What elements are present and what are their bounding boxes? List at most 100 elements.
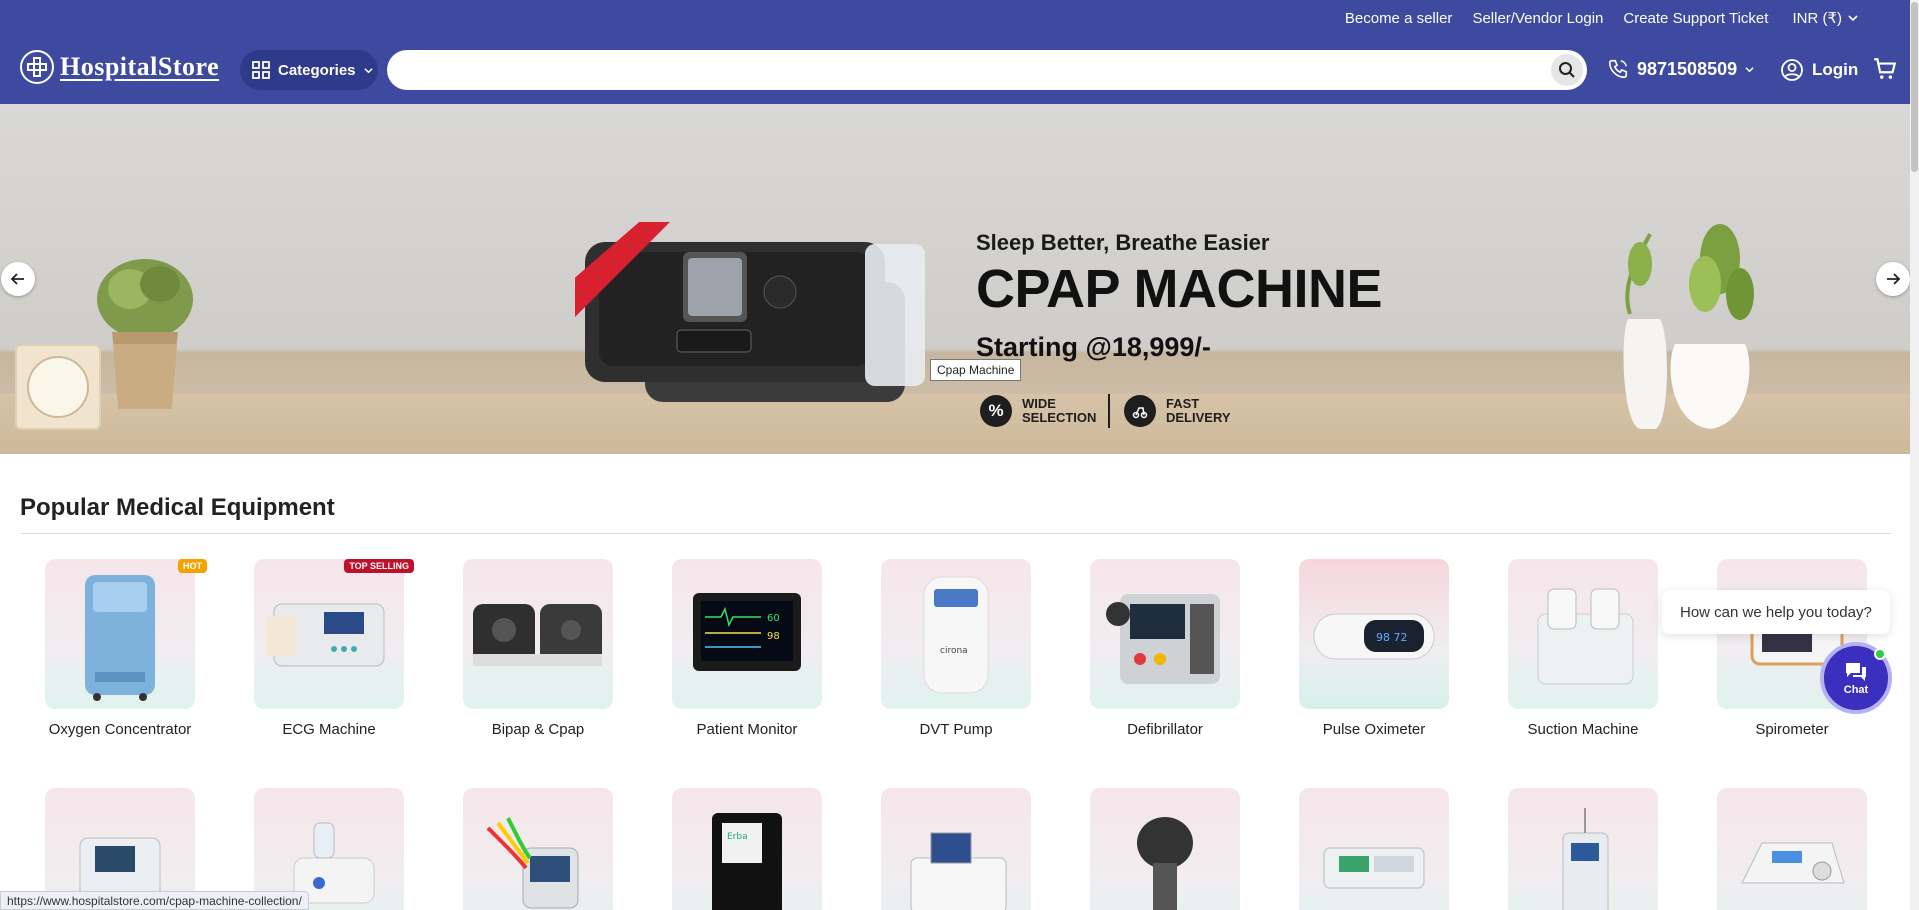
phone-number: 9871508509 [1637,58,1738,79]
plant-decoration [97,259,193,409]
product-card[interactable] [1299,788,1449,910]
product-image [1090,788,1240,910]
chat-icon [1846,663,1866,681]
cart-icon [1874,58,1897,79]
product-image: 60 98 [672,559,822,709]
product-card[interactable] [1717,788,1867,910]
login-label: Login [1812,60,1859,79]
chevron-down-icon [363,67,373,73]
categories-button[interactable]: Categories [240,50,378,90]
hero-tagline: Sleep Better, Breathe Easier [976,230,1270,255]
login-button[interactable]: Login [1780,58,1858,82]
hot-badge: HOT [178,559,207,573]
phone-dropdown[interactable]: 9871508509 [1607,58,1754,80]
product-card[interactable]: 60 98 Patient Monitor [672,559,822,738]
product-name: Suction Machine [1527,721,1639,738]
cpap-machine-image [575,222,925,402]
arrow-left-icon [10,273,24,285]
user-icon [1781,59,1803,81]
categories-label: Categories [278,61,356,79]
online-status-dot [1874,648,1886,660]
chat-prompt[interactable]: How can we help you today? [1662,590,1890,634]
product-image [45,559,195,709]
product-image [1299,788,1449,910]
product-card[interactable]: HOT Oxygen Concentrator [45,559,207,738]
product-image [1508,559,1658,709]
main-header: HospitalStore Categories 9871508509 Logi… [0,36,1910,104]
product-card[interactable]: Erba [672,788,822,910]
product-name: Pulse Oximeter [1322,721,1426,738]
grid-icon [252,61,270,79]
hero-title: CPAP MACHINE [976,259,1383,319]
percent-icon: % [980,395,1012,427]
vase-plant-decoration [1623,224,1754,429]
feature-wide-selection: % WIDE SELECTION [980,395,1097,427]
product-card[interactable]: Defibrillator [1090,559,1240,738]
page: Become a seller Seller/Vendor Login Crea… [0,0,1919,910]
product-image [463,788,613,910]
clock-decoration [15,344,101,430]
chat-button[interactable]: Chat [1820,642,1892,714]
page-scrollbar[interactable] [1910,0,1919,910]
currency-selector[interactable]: INR (₹) [1792,9,1858,27]
product-card[interactable]: Suction Machine [1508,559,1658,738]
search-input[interactable] [387,50,1587,90]
product-name: Defibrillator [1127,721,1203,738]
search-button[interactable] [1551,54,1583,86]
svg-text:60: 60 [767,613,780,624]
hero-banner[interactable]: Sleep Better, Breathe Easier CPAP MACHIN… [0,104,1910,454]
feature-label: FAST DELIVERY [1166,396,1231,425]
brand-name: HospitalStore [60,52,220,81]
svg-text:98 72: 98 72 [1376,631,1408,644]
search-icon [1559,62,1575,78]
product-image: Erba [672,788,822,910]
feature-fast-delivery: FAST DELIVERY [1124,395,1238,427]
vendor-login-link[interactable]: Seller/Vendor Login [1472,10,1603,27]
product-card[interactable]: Bipap & Cpap [463,559,613,738]
product-card[interactable] [1508,788,1658,910]
svg-text:Erba: Erba [727,832,748,842]
delivery-icon [1124,395,1156,427]
svg-text:98: 98 [767,631,780,642]
product-image [881,788,1031,910]
product-card[interactable]: TOP SELLING ECG Machine [254,559,414,738]
chat-label: Chat [1843,684,1869,696]
product-name: Oxygen Concentrator [48,721,192,738]
product-card[interactable]: 98 72 Pulse Oximeter [1299,559,1449,738]
product-name: ECG Machine [282,721,376,738]
product-image [1090,559,1240,709]
product-image: cirona [881,559,1031,709]
product-card[interactable]: cirona DVT Pump [881,559,1031,738]
product-card[interactable] [1090,788,1240,910]
feature-label: WIDE SELECTION [1022,396,1097,425]
currency-label: INR (₹) [1792,10,1842,27]
become-seller-link[interactable]: Become a seller [1345,10,1453,27]
product-card[interactable] [881,788,1031,910]
product-image [463,559,613,709]
arrow-right-icon [1887,273,1901,285]
hero-prev-button[interactable] [1,262,35,296]
product-name: DVT Pump [919,721,993,738]
support-ticket-link[interactable]: Create Support Ticket [1623,10,1768,27]
hero-next-button[interactable] [1876,262,1910,296]
logo-mark-icon [20,50,54,84]
chevron-down-icon [1848,15,1858,22]
product-name: Bipap & Cpap [491,721,585,738]
divider [1108,394,1110,428]
search-bar [387,50,1587,90]
hero-text: Sleep Better, Breathe Easier CPAP MACHIN… [976,230,1383,363]
cart-button[interactable] [1872,56,1898,87]
product-card[interactable] [463,788,613,910]
section-divider [20,533,1892,534]
brand-logo[interactable]: HospitalStore [20,50,219,84]
top-bar: Become a seller Seller/Vendor Login Crea… [0,0,1910,36]
product-image [1717,788,1867,910]
phone-icon [1608,59,1628,79]
scrollbar-thumb[interactable] [1911,2,1918,172]
hero-features: % WIDE SELECTION FAST DELIVERY [980,394,1238,428]
product-image [254,559,404,709]
top-selling-badge: TOP SELLING [344,559,414,573]
chevron-down-icon [1745,66,1754,72]
browser-status-url: https://www.hospitalstore.com/cpap-machi… [0,891,309,910]
product-name: Spirometer [1755,721,1829,738]
